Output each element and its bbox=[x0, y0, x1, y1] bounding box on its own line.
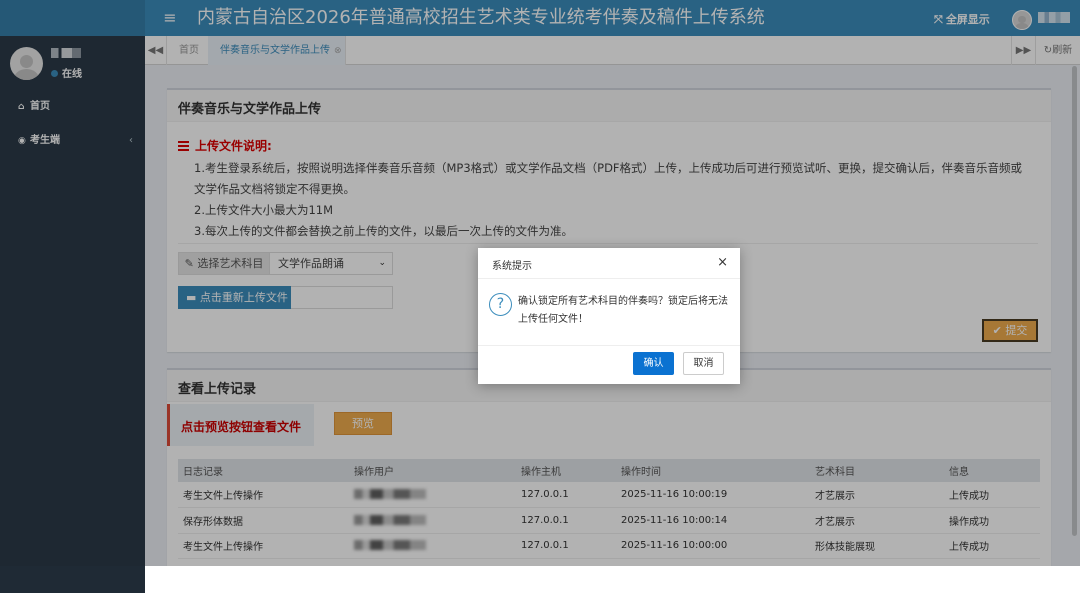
cancel-button[interactable]: 取消 bbox=[683, 352, 724, 375]
dialog-header: 系统提示 × bbox=[478, 248, 740, 279]
confirm-dialog: 系统提示 × ? 确认锁定所有艺术科目的伴奏吗？锁定后将无法上传任何文件！ 确认… bbox=[478, 248, 740, 384]
confirm-button[interactable]: 确认 bbox=[633, 352, 674, 375]
question-icon: ? bbox=[489, 293, 512, 316]
dialog-title: 系统提示 bbox=[492, 261, 532, 272]
sidebar-bottom bbox=[0, 566, 145, 593]
dialog-footer: 确认 取消 bbox=[478, 346, 740, 383]
close-icon[interactable]: × bbox=[717, 255, 728, 270]
dialog-body: ? 确认锁定所有艺术科目的伴奏吗？锁定后将无法上传任何文件！ bbox=[478, 279, 740, 346]
page-bottom-strip bbox=[145, 566, 1080, 593]
dialog-message: 确认锁定所有艺术科目的伴奏吗？锁定后将无法上传任何文件！ bbox=[518, 296, 728, 325]
